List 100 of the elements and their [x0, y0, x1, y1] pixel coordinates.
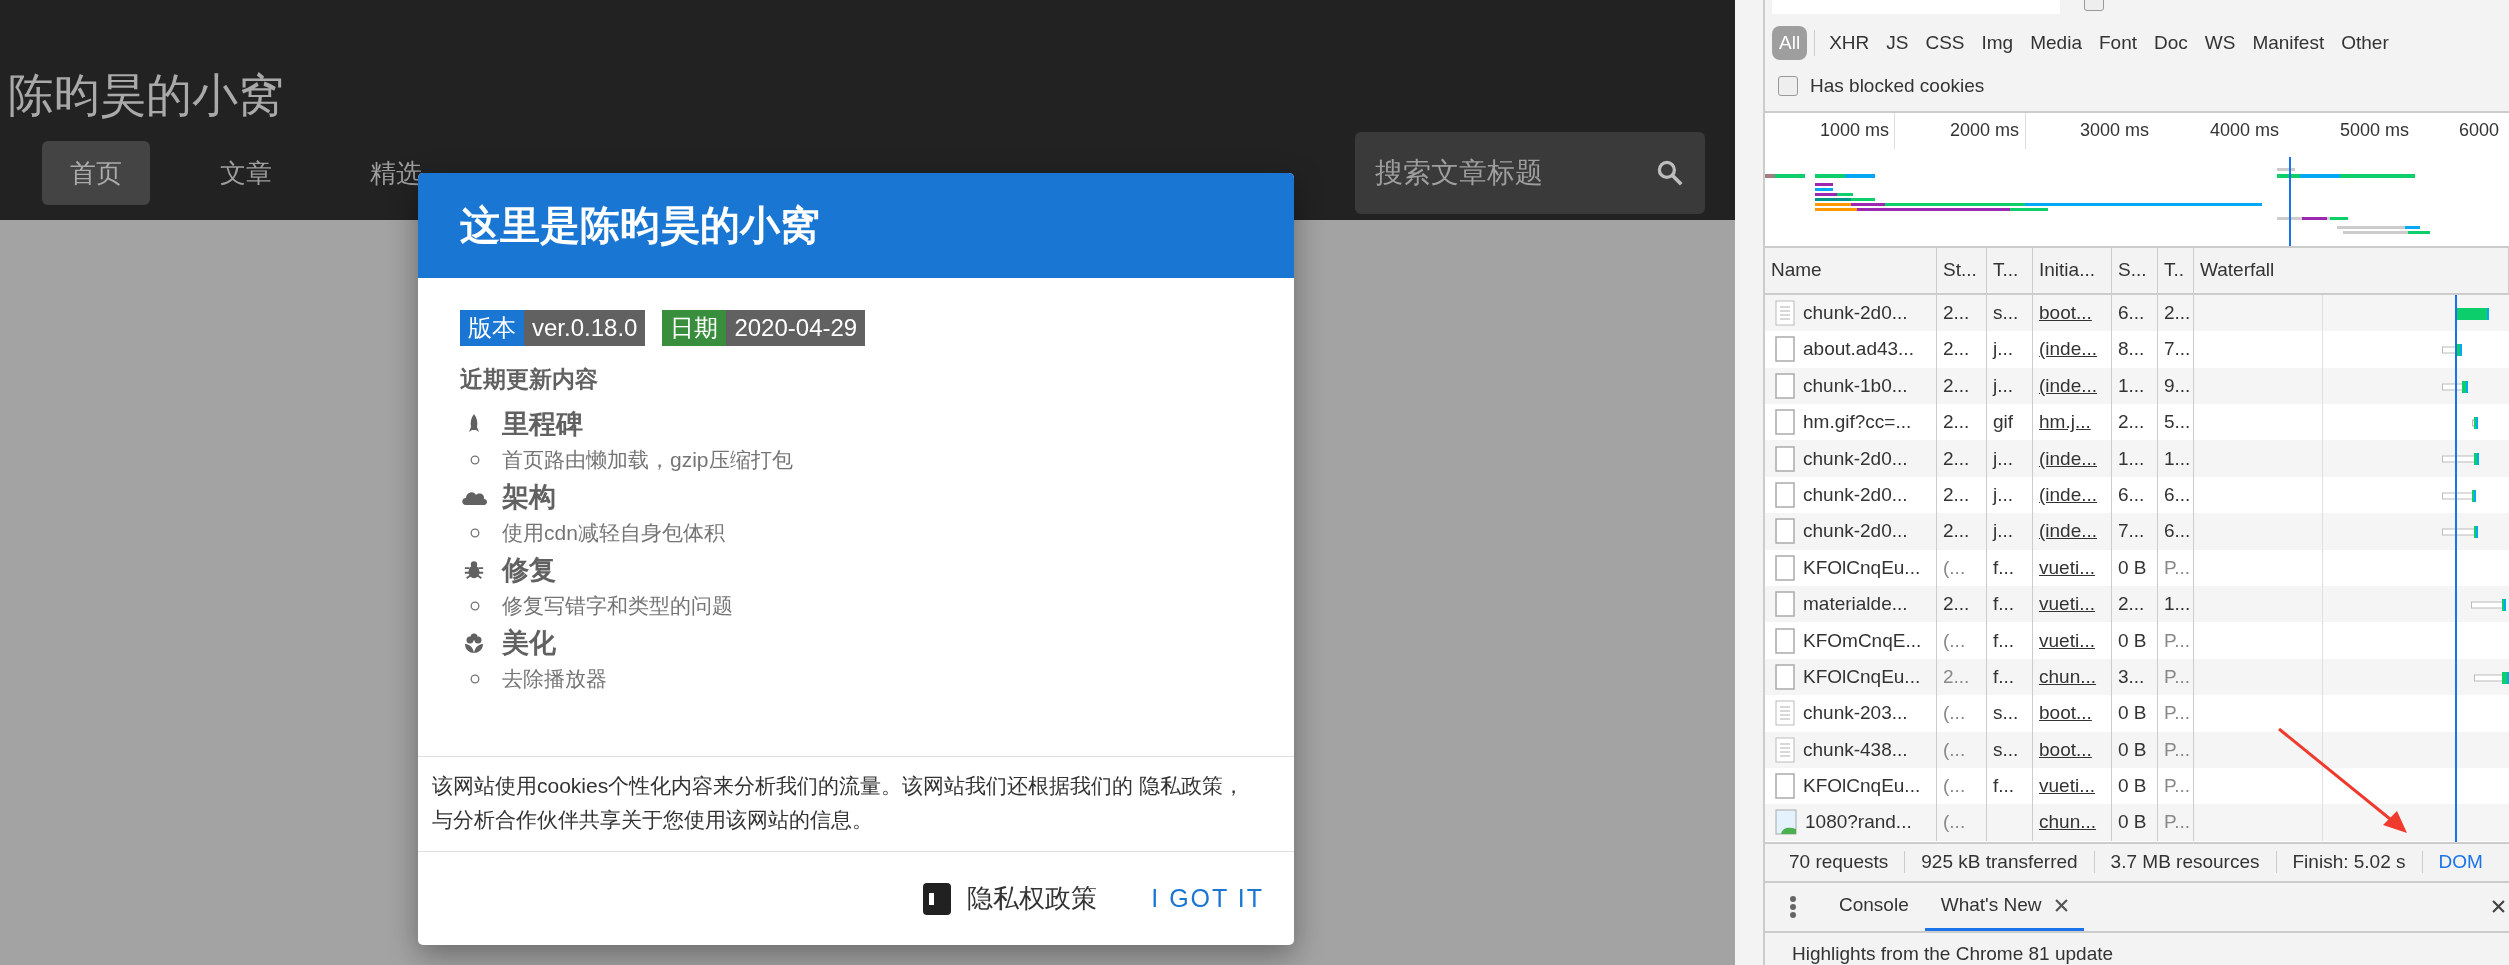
- column-header[interactable]: T..: [2158, 247, 2194, 293]
- file-icon: [1775, 481, 1795, 508]
- close-icon[interactable]: [2055, 899, 2069, 912]
- initiator-link[interactable]: vueti...: [2039, 556, 2095, 579]
- summary-text: Finish: 5.02 s: [2276, 851, 2423, 874]
- type-cell: j...: [1987, 513, 2033, 550]
- column-header[interactable]: St...: [1937, 247, 1987, 293]
- request-row[interactable]: chunk-2d0... 2... j... (inde... 1... 1...: [1765, 440, 2509, 477]
- type-filter-button[interactable]: Media: [2023, 25, 2089, 60]
- request-name: KFOlCnqEu...: [1803, 556, 1921, 579]
- column-header[interactable]: Waterfall: [2194, 247, 2509, 293]
- initiator-link[interactable]: (inde...: [2039, 374, 2098, 397]
- search-field[interactable]: 搜索文章标题: [1355, 132, 1705, 214]
- request-name: KFOlCnqEu...: [1803, 665, 1921, 688]
- column-header[interactable]: T...: [1987, 247, 2033, 293]
- request-row[interactable]: 1080?rand... (... chun... 0 B P...: [1765, 804, 2509, 841]
- tick-label: 2000 ms: [1948, 120, 2020, 142]
- more-icon[interactable]: [1789, 895, 1797, 919]
- type-filter-button[interactable]: CSS: [1918, 25, 1972, 60]
- request-row[interactable]: KFOlCnqEu... 2... f... chun... 3... P...: [1765, 658, 2509, 696]
- badge-label: 版本: [460, 310, 524, 346]
- request-name: KFOmCnqE...: [1803, 629, 1922, 652]
- search-icon[interactable]: [1655, 158, 1685, 188]
- waterfall-bar: [2471, 597, 2506, 612]
- status-cell: 2...: [1937, 331, 1987, 368]
- summary-text: 3.7 MB resources: [2094, 851, 2277, 874]
- file-icon: [1775, 663, 1795, 690]
- nav-tab[interactable]: 文章: [192, 141, 300, 205]
- initiator-link[interactable]: hm.j...: [2039, 411, 2091, 434]
- size-cell: 0 B: [2112, 731, 2158, 768]
- file-icon: [1775, 409, 1795, 436]
- type-cell: s...: [1987, 695, 2033, 732]
- section-title: 修复: [502, 553, 556, 587]
- badge-value: 2020-04-29: [726, 310, 866, 346]
- file-icon: [1775, 445, 1795, 472]
- column-header[interactable]: Name: [1765, 247, 1937, 293]
- type-filter-button[interactable]: Font: [2091, 25, 2144, 60]
- bullet-icon: [470, 601, 480, 611]
- size-cell: 8...: [2112, 331, 2158, 368]
- initiator-link[interactable]: chun...: [2039, 665, 2097, 688]
- accept-button[interactable]: I GOT IT: [1139, 876, 1276, 921]
- initiator-link[interactable]: (inde...: [2039, 520, 2098, 543]
- initiator-link[interactable]: (inde...: [2039, 483, 2098, 506]
- file-icon: [1775, 554, 1795, 581]
- dialog-title: 这里是陈昀昊的小窝: [460, 202, 820, 249]
- type-filter-button[interactable]: JS: [1879, 25, 1916, 60]
- initiator-link[interactable]: (inde...: [2039, 447, 2098, 470]
- waterfall-bar: [2442, 525, 2478, 540]
- request-row[interactable]: chunk-2d0... 2... j... (inde... 7... 6...: [1765, 513, 2509, 550]
- close-icon[interactable]: [2492, 900, 2505, 913]
- nav-tab[interactable]: 首页: [42, 141, 150, 205]
- waterfall-bar: [2442, 379, 2468, 394]
- type-filter-button[interactable]: XHR: [1822, 25, 1877, 60]
- status-cell: (...: [1937, 622, 1987, 659]
- type-cell: f...: [1987, 549, 2033, 586]
- summary-text: 70 requests: [1773, 851, 1906, 874]
- status-cell: 2...: [1937, 367, 1987, 404]
- section-title: 美化: [502, 626, 556, 660]
- cookie-notice: 该网站使用cookies个性化内容来分析我们的流量。该网站我们还根据我们的 隐私政策，与分析合作伙伴共享关于您使用该网站的信息。: [418, 756, 1294, 852]
- column-header[interactable]: Initia...: [2033, 247, 2112, 293]
- type-filter-button[interactable]: Img: [1974, 25, 2021, 60]
- time-cell: P...: [2158, 622, 2194, 659]
- initiator-link[interactable]: boot...: [2039, 702, 2092, 725]
- checkbox[interactable]: [1778, 76, 1798, 97]
- type-filter-button[interactable]: Manifest: [2245, 25, 2332, 60]
- checkbox-label: Has blocked cookies: [1810, 75, 1985, 98]
- waterfall-bar: [2474, 670, 2509, 685]
- initiator-link[interactable]: boot...: [2039, 738, 2092, 761]
- status-cell: 2...: [1937, 513, 1987, 550]
- column-header[interactable]: S...: [2112, 247, 2158, 293]
- script-file-icon: [1775, 736, 1795, 763]
- request-name: 1080?rand...: [1805, 811, 1912, 834]
- file-icon: [1775, 591, 1795, 618]
- initiator-link[interactable]: vueti...: [2039, 775, 2095, 798]
- type-filter-button[interactable]: Doc: [2147, 25, 2195, 60]
- request-row[interactable]: chunk-2d0... 2... s... boot... 6... 2...: [1765, 294, 2509, 332]
- size-cell: 0 B: [2112, 804, 2158, 841]
- status-cell: (...: [1937, 549, 1987, 586]
- time-cell: P...: [2158, 549, 2194, 586]
- type-cell: j...: [1987, 331, 2033, 368]
- request-row[interactable]: materialde... 2... f... vueti... 2... 1...: [1765, 585, 2509, 623]
- file-icon: [1775, 627, 1795, 654]
- initiator-link[interactable]: (inde...: [2039, 338, 2098, 361]
- status-cell: (...: [1937, 731, 1987, 768]
- bullet-icon: [470, 674, 480, 684]
- initiator-link[interactable]: boot...: [2039, 302, 2092, 324]
- time-cell: P...: [2158, 695, 2194, 732]
- request-row[interactable]: chunk-1b0... 2... j... (inde... 1... 9...: [1765, 367, 2509, 404]
- drawer-tab[interactable]: What's New: [1924, 883, 2085, 931]
- type-filter-button[interactable]: Other: [2334, 25, 2396, 60]
- site-title[interactable]: 陈昀昊的小窝: [8, 66, 1735, 124]
- request-row[interactable]: chunk-438... (... s... boot... 0 B P...: [1765, 731, 2509, 768]
- initiator-link[interactable]: chun...: [2039, 811, 2097, 834]
- privacy-policy-button[interactable]: 隐私权政策: [911, 873, 1110, 924]
- drawer-tab[interactable]: Console: [1823, 883, 1925, 931]
- initiator-link[interactable]: vueti...: [2039, 629, 2095, 652]
- initiator-link[interactable]: vueti...: [2039, 593, 2095, 616]
- type-filter-button[interactable]: WS: [2197, 25, 2243, 60]
- request-name: chunk-203...: [1803, 702, 1908, 725]
- section-heading: 近期更新内容: [460, 365, 599, 394]
